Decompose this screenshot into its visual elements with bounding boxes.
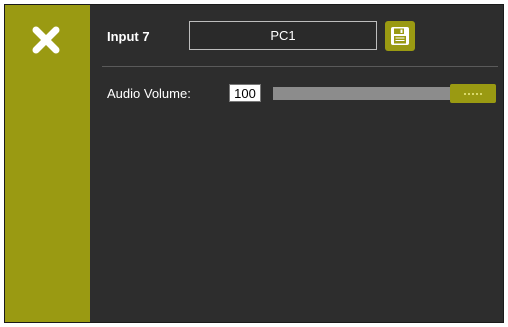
grip-icon	[464, 92, 482, 95]
sidebar	[5, 5, 90, 322]
save-button[interactable]	[385, 21, 415, 51]
input-name-field[interactable]	[189, 21, 377, 50]
divider	[102, 66, 498, 67]
slider-thumb[interactable]	[450, 84, 496, 103]
audio-volume-slider[interactable]	[273, 84, 496, 103]
input-settings-panel: Input 7 Audio Volume:	[4, 4, 504, 323]
audio-volume-input[interactable]	[229, 84, 261, 102]
input-label: Input 7	[107, 29, 150, 44]
content-area: Input 7 Audio Volume:	[90, 5, 503, 322]
save-icon	[391, 27, 409, 45]
audio-volume-label: Audio Volume:	[107, 86, 191, 101]
close-icon	[32, 26, 60, 54]
close-button[interactable]	[27, 21, 65, 59]
